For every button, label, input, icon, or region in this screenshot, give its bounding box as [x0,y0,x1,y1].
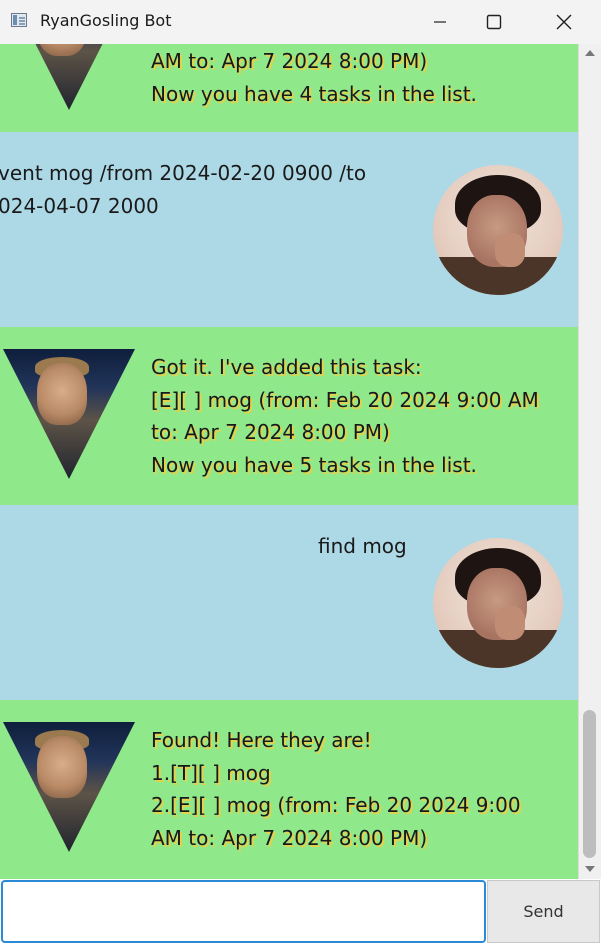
window-title: RyanGosling Bot [40,11,172,30]
user-message-row: find mog [0,505,578,700]
user-message-row: vent mog /from 2024-02-20 0900 /to 024-0… [0,132,578,327]
bot-message-text: AM to: Apr 7 2024 8:00 PM) Now you have … [151,49,477,106]
user-avatar [433,165,563,295]
bot-avatar [3,349,135,479]
user-avatar [433,538,563,668]
bot-avatar [3,722,135,852]
bot-avatar [3,44,135,110]
bot-message-text: Got it. I've added this task: [E][ ] mog… [151,355,539,477]
close-icon [556,14,572,30]
minimize-button[interactable] [417,0,463,44]
bot-message-text: Found! Here they are! 1.[T][ ] mog 2.[E]… [151,728,521,850]
maximize-icon [486,14,502,30]
scroll-down-arrow-icon[interactable] [585,866,595,872]
bot-message-row: Got it. I've added this task: [E][ ] mog… [0,327,578,505]
user-message-text: vent mog /from 2024-02-20 0900 /to 024-0… [0,161,367,218]
bot-message-row: Found! Here they are! 1.[T][ ] mog 2.[E]… [0,700,578,879]
minimize-icon [434,21,446,23]
title-bar: RyanGosling Bot [0,0,601,45]
message-input[interactable] [1,880,486,943]
chat-area: AM to: Apr 7 2024 8:00 PM) Now you have … [0,44,578,879]
scroll-up-arrow-icon[interactable] [585,50,595,56]
app-window-icon [11,13,27,27]
maximize-button[interactable] [471,0,517,44]
send-button[interactable]: Send [487,880,600,943]
scrollbar-thumb[interactable] [583,710,596,858]
bot-message-row: AM to: Apr 7 2024 8:00 PM) Now you have … [0,44,578,132]
close-button[interactable] [541,0,587,44]
chat-scrollbar[interactable] [578,44,601,879]
user-message-text: find mog [318,534,407,558]
